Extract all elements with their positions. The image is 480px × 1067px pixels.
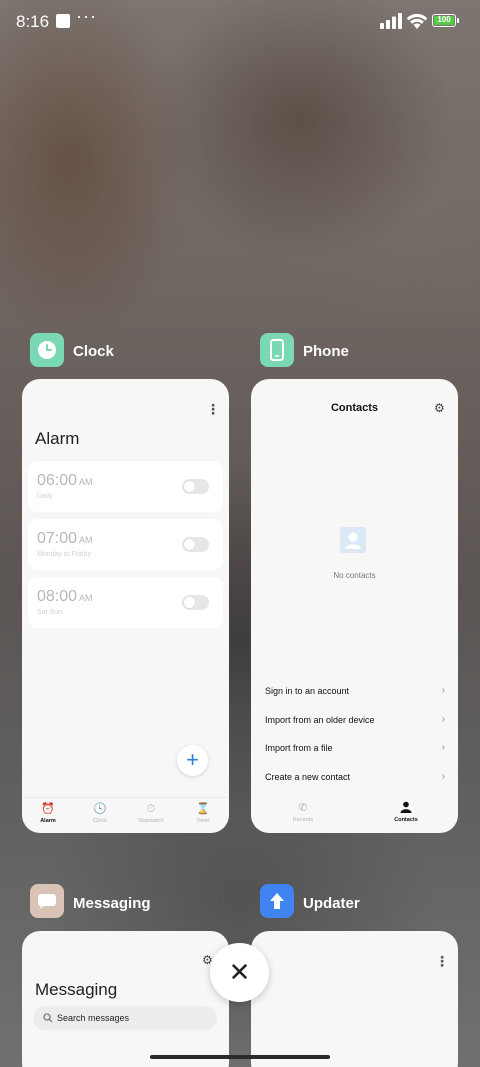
upload-arrow-icon — [270, 893, 284, 909]
alarm-item[interactable]: 08:00 AM Sat Sun — [28, 577, 223, 628]
clock-icon: 🕓 — [93, 803, 107, 815]
messaging-app-icon[interactable] — [30, 884, 64, 918]
import-file-item[interactable]: Import from a file › — [265, 742, 445, 753]
message-icon — [38, 894, 56, 909]
battery-icon: 100 — [432, 14, 456, 27]
more-notifications-icon: ··· — [76, 6, 97, 26]
toggle-knob — [184, 481, 195, 492]
phone-app-card[interactable]: Contacts ⚙ No contacts Sign in to an acc… — [251, 379, 458, 833]
updater-app-card[interactable]: ⋮ — [251, 931, 458, 1067]
create-contact-item[interactable]: Create a new contact › — [265, 771, 445, 782]
tab-alarm[interactable]: ⏰ Alarm — [22, 802, 74, 824]
home-indicator[interactable] — [150, 1055, 330, 1059]
messaging-app-card[interactable]: ⚙ Messaging Search messages — [22, 931, 229, 1067]
more-options-icon[interactable]: ⋮ — [435, 953, 449, 970]
alarm-toggle[interactable] — [182, 595, 209, 610]
phone-handset-icon: ✆ — [298, 802, 308, 814]
chevron-right-icon: › — [441, 685, 445, 696]
sign-in-account-item[interactable]: Sign in to an account › — [265, 685, 445, 696]
alarm-toggle[interactable] — [182, 479, 209, 494]
toggle-knob — [184, 539, 195, 550]
contact-placeholder-icon — [340, 527, 366, 553]
phone-app-title: Phone — [303, 343, 349, 360]
clock-bottom-nav: ⏰ Alarm 🕓 Clock ⏱ Stopwatch ⌛ Timer — [22, 797, 229, 833]
tab-recents[interactable]: ✆ Recents — [277, 801, 329, 823]
no-contacts-text: No contacts — [333, 571, 376, 580]
clock-app-icon[interactable] — [30, 333, 64, 367]
alarm-repeat: Daily — [37, 493, 53, 500]
notification-icon — [56, 14, 70, 28]
messaging-app-title: Messaging — [73, 895, 151, 912]
stopwatch-icon: ⏱ — [146, 803, 156, 815]
alarm-time: 06:00 AM — [37, 472, 93, 489]
import-older-device-item[interactable]: Import from an older device › — [265, 714, 445, 725]
battery-tip — [457, 18, 459, 23]
tab-contacts[interactable]: Contacts — [380, 801, 432, 823]
more-options-icon[interactable]: ⋮ — [206, 401, 220, 418]
alarm-repeat: Sat Sun — [37, 609, 62, 616]
phone-app-icon[interactable] — [260, 333, 294, 367]
chevron-right-icon: › — [441, 771, 445, 782]
clock-app-card[interactable]: ⋮ Alarm 06:00 AM Daily 07:00 AM Monday to … — [22, 379, 229, 833]
alarm-heading: Alarm — [35, 429, 80, 448]
alarm-item[interactable]: 06:00 AM Daily — [28, 461, 223, 512]
chevron-right-icon: › — [441, 714, 445, 725]
phone-bottom-nav: ✆ Recents Contacts — [251, 797, 458, 833]
alarm-clock-icon: ⏰ — [41, 803, 55, 815]
alarm-toggle[interactable] — [182, 537, 209, 552]
updater-app-icon[interactable] — [260, 884, 294, 918]
contacts-title: Contacts — [330, 402, 379, 414]
status-time: 8:16 — [16, 12, 50, 31]
clear-all-button[interactable]: ✕ — [210, 943, 269, 1002]
phone-icon — [270, 339, 284, 361]
battery-level: 100 — [434, 16, 454, 25]
tab-timer[interactable]: ⌛ Timer — [177, 802, 229, 824]
tab-stopwatch[interactable]: ⏱ Stopwatch — [125, 802, 177, 824]
alarm-item[interactable]: 07:00 AM Monday to Friday — [28, 519, 223, 570]
alarm-time: 08:00 AM — [37, 588, 93, 605]
chevron-right-icon: › — [441, 742, 445, 753]
search-icon — [43, 1013, 53, 1023]
search-messages-input[interactable]: Search messages — [33, 1006, 217, 1030]
messaging-heading: Messaging — [35, 980, 118, 999]
person-icon — [380, 801, 432, 815]
add-alarm-button[interactable]: + — [177, 745, 208, 776]
wifi-icon — [406, 13, 428, 29]
clock-app-title: Clock — [73, 343, 114, 360]
alarm-time: 07:00 AM — [37, 530, 93, 547]
updater-app-title: Updater — [303, 895, 360, 912]
alarm-repeat: Monday to Friday — [37, 551, 92, 558]
tab-clock[interactable]: 🕓 Clock — [74, 802, 126, 824]
toggle-knob — [184, 597, 195, 608]
search-placeholder: Search messages — [57, 1013, 130, 1023]
status-bar: 8:16 ··· 100 — [0, 0, 480, 44]
hourglass-icon: ⌛ — [196, 803, 210, 815]
signal-icon — [380, 13, 402, 29]
clock-icon — [38, 341, 56, 359]
gear-icon[interactable]: ⚙ — [434, 401, 445, 415]
